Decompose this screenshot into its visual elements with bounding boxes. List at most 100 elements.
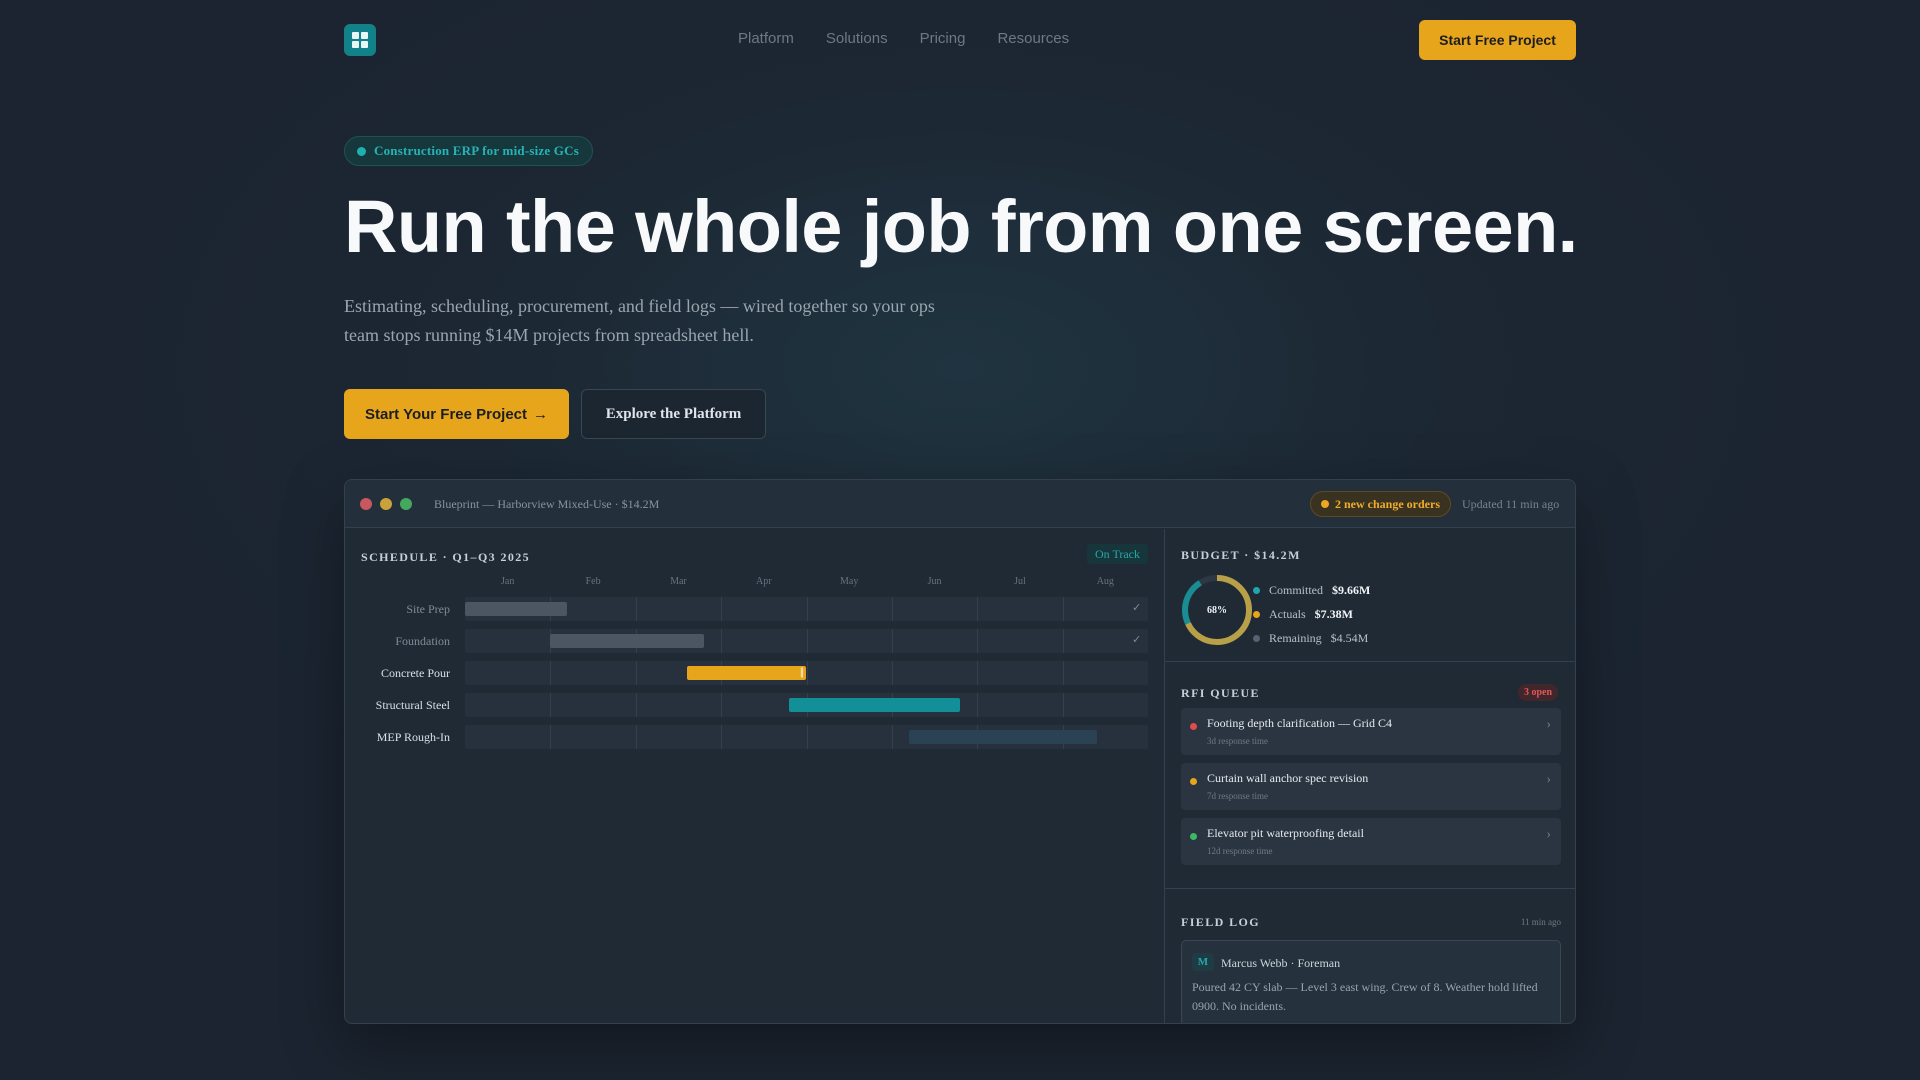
legend-dot-icon	[1253, 610, 1260, 618]
gantt-track: ✓	[465, 629, 1148, 653]
nav-link-platform[interactable]: Platform	[738, 30, 794, 47]
primary-cta-label: Start Your Free Project	[365, 405, 527, 423]
month-label: Jan	[501, 576, 515, 587]
legend-committed: Committed $9.66M	[1253, 578, 1370, 602]
chevron-right-icon[interactable]: ›	[1546, 772, 1551, 788]
gantt-bar[interactable]	[465, 602, 568, 616]
month-axis: Jan Feb Mar Apr May Jun Jul Aug	[345, 576, 1164, 590]
gridline	[721, 597, 723, 621]
start-free-project-button[interactable]: Start Free Project	[1419, 20, 1576, 60]
close-dot-icon[interactable]	[360, 498, 372, 510]
priority-dot-icon	[1190, 778, 1197, 785]
legend-dot-icon	[1253, 634, 1260, 642]
checkmark-icon: ✓	[1132, 602, 1142, 614]
rfi-meta: 7d response time	[1207, 791, 1268, 801]
gantt-row[interactable]: MEP Rough-In	[345, 725, 1164, 749]
task-label: Concrete Pour	[381, 666, 450, 680]
gridline	[550, 725, 552, 749]
schedule-title: SCHEDULE · Q1–Q3 2025	[361, 550, 531, 564]
gridline	[635, 693, 637, 717]
legend-actuals: Actuals $7.38M	[1253, 602, 1370, 626]
rfi-meta: 12d response time	[1207, 846, 1273, 856]
gantt-row[interactable]: Structural Steel	[345, 693, 1164, 717]
gantt-row[interactable]: Site Prep ✓	[345, 597, 1164, 621]
gridline	[721, 725, 723, 749]
rfi-item[interactable]: Curtain wall anchor spec revision 7d res…	[1181, 763, 1561, 810]
gridline	[891, 725, 893, 749]
month-label: May	[840, 576, 859, 587]
gridline	[635, 661, 637, 685]
window-titlebar: Blueprint — Harborview Mixed-Use · $14.2…	[345, 480, 1575, 528]
side-panel: BUDGET · $14.2M 68% Committed $9.66M Act…	[1164, 529, 1575, 1023]
nav-link-solutions[interactable]: Solutions	[826, 30, 888, 47]
gridline	[977, 597, 979, 621]
legend-label: Committed	[1269, 582, 1323, 597]
rfi-name: Elevator pit waterproofing detail	[1207, 826, 1364, 840]
budget-percent: 68%	[1207, 604, 1227, 616]
field-log-entry[interactable]: M Marcus Webb · Foreman Poured 42 CY sla…	[1181, 940, 1561, 1023]
task-label: MEP Rough-In	[376, 730, 450, 744]
month-label: Apr	[756, 576, 772, 587]
gridline	[550, 693, 552, 717]
gridline	[977, 693, 979, 717]
legend-label: Actuals	[1269, 606, 1306, 621]
rfi-item[interactable]: Footing depth clarification — Grid C4 3d…	[1181, 708, 1561, 755]
budget-title: BUDGET · $14.2M	[1181, 548, 1301, 562]
nav-link-resources[interactable]: Resources	[997, 30, 1069, 47]
budget-legend: Committed $9.66M Actuals $7.38M Remainin…	[1253, 578, 1370, 650]
pill-label: Construction ERP for mid-size GCs	[374, 143, 579, 158]
gridline	[550, 661, 552, 685]
checkmark-icon: ✓	[1132, 634, 1142, 646]
gantt-track	[465, 725, 1148, 749]
chevron-right-icon[interactable]: ›	[1546, 717, 1551, 733]
gridline	[977, 629, 979, 653]
updated-timestamp: Updated 11 min ago	[1462, 497, 1560, 511]
month-label: Jul	[1014, 576, 1026, 587]
maximize-dot-icon[interactable]	[400, 498, 412, 510]
gantt-bar[interactable]	[550, 634, 705, 648]
minimize-dot-icon[interactable]	[380, 498, 392, 510]
gridline	[1062, 693, 1064, 717]
month-label: Mar	[670, 576, 687, 587]
legend-label: Remaining	[1269, 630, 1322, 645]
rfi-queue-title: RFI QUEUE	[1181, 686, 1260, 700]
start-your-free-project-button[interactable]: Start Your Free Project →	[344, 389, 569, 439]
gantt-bar[interactable]	[789, 698, 961, 712]
pause-icon: ||	[800, 667, 804, 678]
change-orders-badge[interactable]: 2 new change orders	[1310, 491, 1451, 517]
task-label: Site Prep	[406, 602, 450, 616]
gantt-row[interactable]: Concrete Pour ||	[345, 661, 1164, 685]
nav-links: Platform Solutions Pricing Resources	[738, 30, 1069, 47]
legend-value: $7.38M	[1314, 606, 1353, 621]
field-log-text: Poured 42 CY slab — Level 3 east wing. C…	[1192, 980, 1538, 1013]
gridline	[721, 693, 723, 717]
category-pill: Construction ERP for mid-size GCs	[344, 136, 593, 166]
gridline	[806, 725, 808, 749]
explore-platform-button[interactable]: Explore the Platform	[581, 389, 766, 439]
rfi-item[interactable]: Elevator pit waterproofing detail 12d re…	[1181, 818, 1561, 865]
hero-subtitle: Estimating, scheduling, procurement, and…	[344, 296, 935, 345]
field-log-time: 11 min ago	[1520, 917, 1561, 927]
legend-remaining: Remaining $4.54M	[1253, 626, 1370, 650]
chevron-right-icon[interactable]: ›	[1546, 827, 1551, 843]
gridline	[635, 725, 637, 749]
gantt-bar[interactable]: ||	[686, 666, 807, 680]
month-label: Aug	[1096, 576, 1114, 587]
gridline	[977, 661, 979, 685]
legend-value: $4.54M	[1330, 630, 1369, 645]
gridline	[891, 597, 893, 621]
gridline	[721, 629, 723, 653]
logo-icon[interactable]	[344, 24, 376, 56]
nav-link-pricing[interactable]: Pricing	[920, 30, 966, 47]
change-orders-label: 2 new change orders	[1335, 496, 1440, 511]
panel-divider	[1165, 661, 1575, 662]
gridline	[891, 629, 893, 653]
rfi-meta: 3d response time	[1207, 736, 1268, 746]
gridline	[1062, 629, 1064, 653]
schedule-panel: SCHEDULE · Q1–Q3 2025 On Track Jan Feb Mar…	[345, 529, 1164, 1023]
window-title: Blueprint — Harborview Mixed-Use · $14.2…	[434, 497, 660, 511]
gantt-row[interactable]: Foundation ✓	[345, 629, 1164, 653]
legend-value: $9.66M	[1332, 582, 1371, 597]
gantt-bar[interactable]	[908, 730, 1097, 744]
gridline	[806, 597, 808, 621]
